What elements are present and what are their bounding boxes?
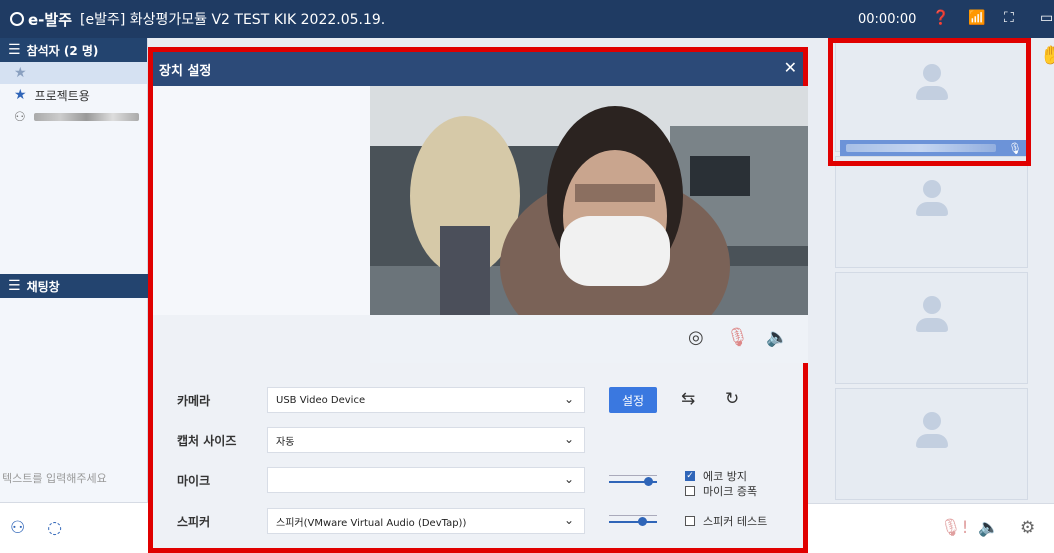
wifi-icon[interactable]: 📶	[968, 10, 985, 26]
app-window: e-발주 [e발주] 화상평가모듈 V2 TEST KIK 2022.05.19…	[0, 0, 1054, 553]
preview-blank-lower	[153, 315, 370, 363]
menu-icon: ☰	[8, 42, 21, 58]
star-icon: ★	[14, 87, 27, 103]
participant-row[interactable]: ⚇	[0, 106, 147, 128]
speaker-level-slider[interactable]	[609, 515, 657, 527]
close-icon[interactable]: ✕	[784, 58, 797, 77]
mic-select[interactable]: ⌄	[267, 467, 585, 493]
camera-settings-button[interactable]: 설정	[609, 387, 657, 413]
window-title: [e발주] 화상평가모듈 V2 TEST KIK 2022.05.19.	[80, 12, 386, 28]
star-icon: ★	[14, 65, 27, 81]
menu-icon: ☰	[8, 278, 21, 294]
camera-value: USB Video Device	[276, 394, 366, 406]
mic-boost-checkbox[interactable]: 마이크 증폭	[685, 483, 757, 499]
app-logo: e-발주	[10, 9, 72, 30]
checkbox-checked-icon: ✓	[685, 471, 695, 481]
raise-hand-icon[interactable]: ✋	[1040, 45, 1054, 66]
preview-blank	[153, 86, 370, 363]
mic-boost-label: 마이크 증폭	[703, 485, 758, 498]
mic-muted-icon[interactable]: 🎙	[726, 327, 749, 348]
webcam-icon[interactable]: ◎	[688, 327, 704, 348]
video-tile[interactable]	[835, 272, 1028, 384]
gear-icon[interactable]: ⚙	[1020, 518, 1035, 538]
logo-icon	[10, 12, 24, 26]
speaker-test-checkbox[interactable]: 스피커 테스트	[685, 513, 767, 529]
chat-header: ☰ 채팅창	[0, 274, 148, 298]
chevron-down-icon: ⌄	[563, 432, 574, 446]
echo-cancel-checkbox[interactable]: ✓ 에코 방지	[685, 468, 747, 484]
preview-controls: ◎ 🎙 🔈	[370, 315, 808, 363]
flip-icon[interactable]: ⇆	[681, 389, 695, 409]
chat-input[interactable]: 텍스트를 입력해주세요	[0, 466, 148, 490]
chevron-down-icon: ⌄	[563, 472, 574, 486]
chat-title: 채팅창	[26, 279, 60, 294]
participants-title: 참석자 (2 명)	[26, 43, 99, 58]
participant-name: 프로젝트용	[34, 88, 90, 103]
avatar-icon	[915, 180, 949, 222]
settings-form: 카메라 USB Video Device ⌄ 설정 ⇆ ↻ 캡처 사이즈 자동 …	[153, 363, 803, 548]
fullscreen-icon[interactable]: ⛶	[1004, 10, 1014, 26]
speaker-icon[interactable]: 🔈	[766, 327, 788, 348]
dialog-title: 장치 설정	[159, 63, 212, 79]
help-icon[interactable]: ❓	[932, 10, 949, 26]
capture-size-select[interactable]: 자동 ⌄	[267, 427, 585, 453]
camera-image	[370, 86, 808, 315]
chat-bubble-icon[interactable]: ◌	[47, 518, 62, 538]
camera-label: 카메라	[177, 394, 211, 408]
participant-row[interactable]: ★ 프로젝트용	[0, 84, 147, 106]
mic-level-slider[interactable]	[609, 475, 657, 487]
video-tile[interactable]	[835, 156, 1028, 268]
chevron-down-icon: ⌄	[563, 392, 574, 406]
highlight-box	[828, 38, 1031, 166]
speaker-test-label: 스피커 테스트	[703, 515, 768, 528]
speaker-value: 스피커(VMware Virtual Audio (DevTap))	[276, 517, 467, 529]
capture-size-value: 자동	[276, 436, 295, 448]
left-panel: ☰ 참석자 (2 명) ★ ★ 프로젝트용 ⚇ ☰ 채팅창 텍스트를 입력해주세…	[0, 38, 148, 553]
timer: 00:00:00	[858, 11, 917, 27]
dialog-header: 장치 설정	[153, 52, 803, 86]
video-tile[interactable]	[835, 388, 1028, 500]
participant-row[interactable]: ★	[0, 62, 147, 84]
participants-header: ☰ 참석자 (2 명)	[0, 38, 147, 62]
mic-label: 마이크	[177, 474, 211, 488]
speaker-label: 스피커	[177, 515, 211, 529]
mic-warning-icon[interactable]: 🎙!	[940, 518, 968, 538]
slider-knob[interactable]	[644, 477, 653, 486]
speaker-select[interactable]: 스피커(VMware Virtual Audio (DevTap)) ⌄	[267, 508, 585, 534]
brand-name: e-발주	[28, 10, 72, 29]
blurred-name	[33, 113, 139, 121]
user-icon: ⚇	[14, 109, 26, 125]
camera-select[interactable]: USB Video Device ⌄	[267, 387, 585, 413]
left-bottom-bar: ⚇ ◌	[0, 502, 148, 553]
rotate-icon[interactable]: ↻	[725, 389, 739, 409]
avatar-icon	[915, 296, 949, 338]
avatar-icon	[915, 412, 949, 454]
device-settings-dialog: 장치 설정 ✕ ◎ 🎙 🔈 카메라 USB Video Device ⌄ 설정 …	[148, 47, 808, 553]
camera-preview	[370, 86, 808, 315]
slider-knob[interactable]	[638, 517, 647, 526]
capture-size-label: 캡처 사이즈	[177, 434, 237, 448]
checkbox-icon	[685, 516, 695, 526]
checkbox-icon	[685, 486, 695, 496]
echo-cancel-label: 에코 방지	[703, 470, 747, 483]
chevron-down-icon: ⌄	[563, 513, 574, 527]
bottom-controls: 🎙! 🔈 ⚙	[808, 503, 1054, 553]
title-bar: e-발주 [e발주] 화상평가모듈 V2 TEST KIK 2022.05.19…	[0, 0, 1054, 38]
window-icon[interactable]: ▭	[1040, 10, 1053, 26]
speaker-icon[interactable]: 🔈	[978, 518, 999, 538]
user-icon[interactable]: ⚇	[10, 518, 25, 538]
